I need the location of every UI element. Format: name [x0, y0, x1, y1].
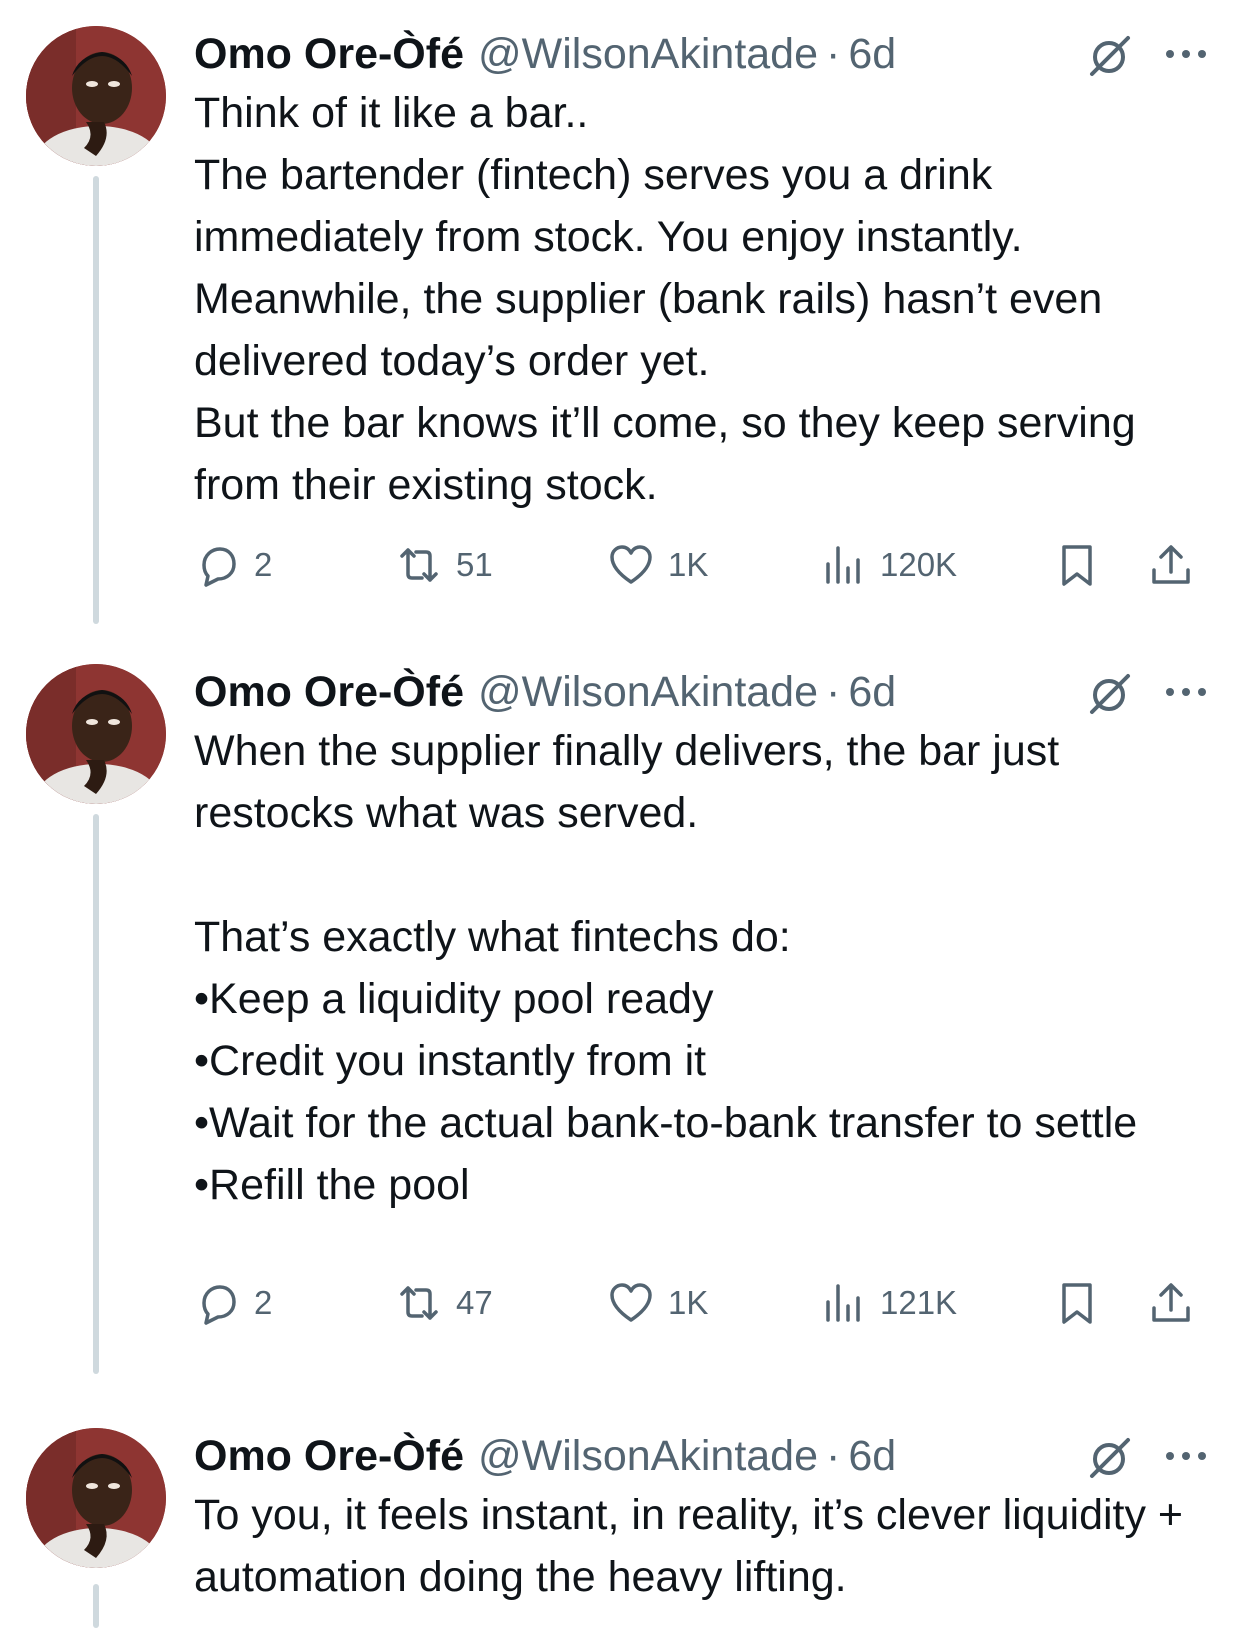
- tweet-line: [194, 844, 1224, 906]
- more-icon[interactable]: [1162, 46, 1210, 62]
- author-name[interactable]: Omo Ore-Òfé: [194, 30, 464, 79]
- more-icon[interactable]: [1162, 1448, 1210, 1464]
- tweet-text: Think of it like a bar.. The bartender (…: [194, 82, 1224, 516]
- action-bar: 2 47 1K 121K: [194, 1276, 1242, 1330]
- timestamp[interactable]: 6d: [848, 668, 896, 717]
- views-button[interactable]: 121K: [820, 1276, 957, 1330]
- tweet[interactable]: Omo Ore-Òfé @WilsonAkintade · 6d To you,…: [0, 1428, 1242, 1628]
- views-count: 121K: [880, 1284, 958, 1321]
- views-count: 120K: [880, 546, 958, 583]
- repost-button[interactable]: 47: [396, 1276, 493, 1330]
- reply-count: 2: [254, 1284, 273, 1321]
- grok-icon[interactable]: [1086, 672, 1132, 718]
- timestamp[interactable]: 6d: [848, 1432, 896, 1481]
- timestamp[interactable]: 6d: [848, 30, 896, 79]
- share-icon: [1152, 545, 1190, 584]
- tweet-header: Omo Ore-Òfé @WilsonAkintade · 6d: [194, 26, 1242, 82]
- profile-photo: [26, 664, 166, 804]
- separator: ·: [826, 29, 841, 78]
- tweet-line: But the bar knows it’ll come, so they ke…: [194, 399, 1148, 509]
- more-icon[interactable]: [1162, 684, 1210, 700]
- tweet-line: To you, it feels instant, in reality, it…: [194, 1491, 1195, 1601]
- grok-icon[interactable]: [1086, 34, 1132, 80]
- reply-button[interactable]: 2: [194, 538, 272, 592]
- reply-icon: [202, 1285, 236, 1325]
- reply-count: 2: [254, 546, 273, 583]
- repost-button[interactable]: 51: [396, 538, 493, 592]
- views-icon: [826, 546, 860, 584]
- reply-icon: [202, 547, 236, 587]
- repost-count: 47: [456, 1284, 493, 1321]
- action-bar: 2 51 1K 120K: [194, 538, 1242, 592]
- tweet-line: •Refill the pool: [194, 1161, 470, 1209]
- heart-icon: [610, 545, 652, 584]
- bookmark-icon: [1062, 545, 1092, 586]
- tweet-line: •Keep a liquidity pool ready: [194, 975, 714, 1023]
- thread-line: [93, 1584, 99, 1628]
- bookmark-button[interactable]: [1054, 1276, 1100, 1330]
- tweet[interactable]: Omo Ore-Òfé @WilsonAkintade · 6d Think o…: [0, 26, 1242, 626]
- bookmark-button[interactable]: [1054, 538, 1100, 592]
- like-button[interactable]: 1K: [608, 1276, 708, 1330]
- avatar[interactable]: [26, 664, 166, 804]
- tweet-line: •Wait for the actual bank-to-bank transf…: [194, 1099, 1138, 1147]
- like-button[interactable]: 1K: [608, 538, 708, 592]
- tweet-text: To you, it feels instant, in reality, it…: [194, 1484, 1224, 1608]
- bookmark-icon: [1062, 1283, 1092, 1324]
- repost-icon: [400, 1286, 438, 1320]
- views-button[interactable]: 120K: [820, 538, 957, 592]
- avatar[interactable]: [26, 26, 166, 166]
- tweet-header: Omo Ore-Òfé @WilsonAkintade · 6d: [194, 1428, 1242, 1484]
- tweet-line: Meanwhile, the supplier (bank rails) has…: [194, 275, 1115, 385]
- author-handle[interactable]: @WilsonAkintade: [478, 1432, 818, 1481]
- reply-button[interactable]: 2: [194, 1276, 272, 1330]
- tweet-line: Think of it like a bar..: [194, 89, 589, 137]
- like-count: 1K: [668, 1284, 709, 1321]
- share-icon: [1152, 1283, 1190, 1322]
- like-count: 1K: [668, 546, 709, 583]
- tweet-line: •Credit you instantly from it: [194, 1037, 707, 1085]
- share-button[interactable]: [1148, 538, 1194, 592]
- heart-icon: [610, 1283, 652, 1322]
- avatar[interactable]: [26, 1428, 166, 1568]
- thread-line: [93, 176, 99, 624]
- tweet[interactable]: Omo Ore-Òfé @WilsonAkintade · 6d When th…: [0, 664, 1242, 1384]
- profile-photo: [26, 26, 166, 166]
- repost-count: 51: [456, 546, 493, 583]
- tweet-text: When the supplier finally delivers, the …: [194, 720, 1224, 1216]
- separator: ·: [826, 1431, 841, 1480]
- tweet-line: When the supplier finally delivers, the …: [194, 727, 1072, 837]
- author-handle[interactable]: @WilsonAkintade: [478, 668, 818, 717]
- repost-icon: [400, 548, 438, 582]
- author-handle[interactable]: @WilsonAkintade: [478, 30, 818, 79]
- author-name[interactable]: Omo Ore-Òfé: [194, 668, 464, 717]
- thread-line: [93, 814, 99, 1374]
- separator: ·: [826, 667, 841, 716]
- tweet-line: That’s exactly what fintechs do:: [194, 913, 791, 961]
- author-name[interactable]: Omo Ore-Òfé: [194, 1432, 464, 1481]
- grok-icon[interactable]: [1086, 1436, 1132, 1482]
- views-icon: [826, 1284, 860, 1322]
- tweet-line: The bartender (fintech) serves you a dri…: [194, 151, 1023, 261]
- tweet-header: Omo Ore-Òfé @WilsonAkintade · 6d: [194, 664, 1242, 720]
- profile-photo: [26, 1428, 166, 1568]
- share-button[interactable]: [1148, 1276, 1194, 1330]
